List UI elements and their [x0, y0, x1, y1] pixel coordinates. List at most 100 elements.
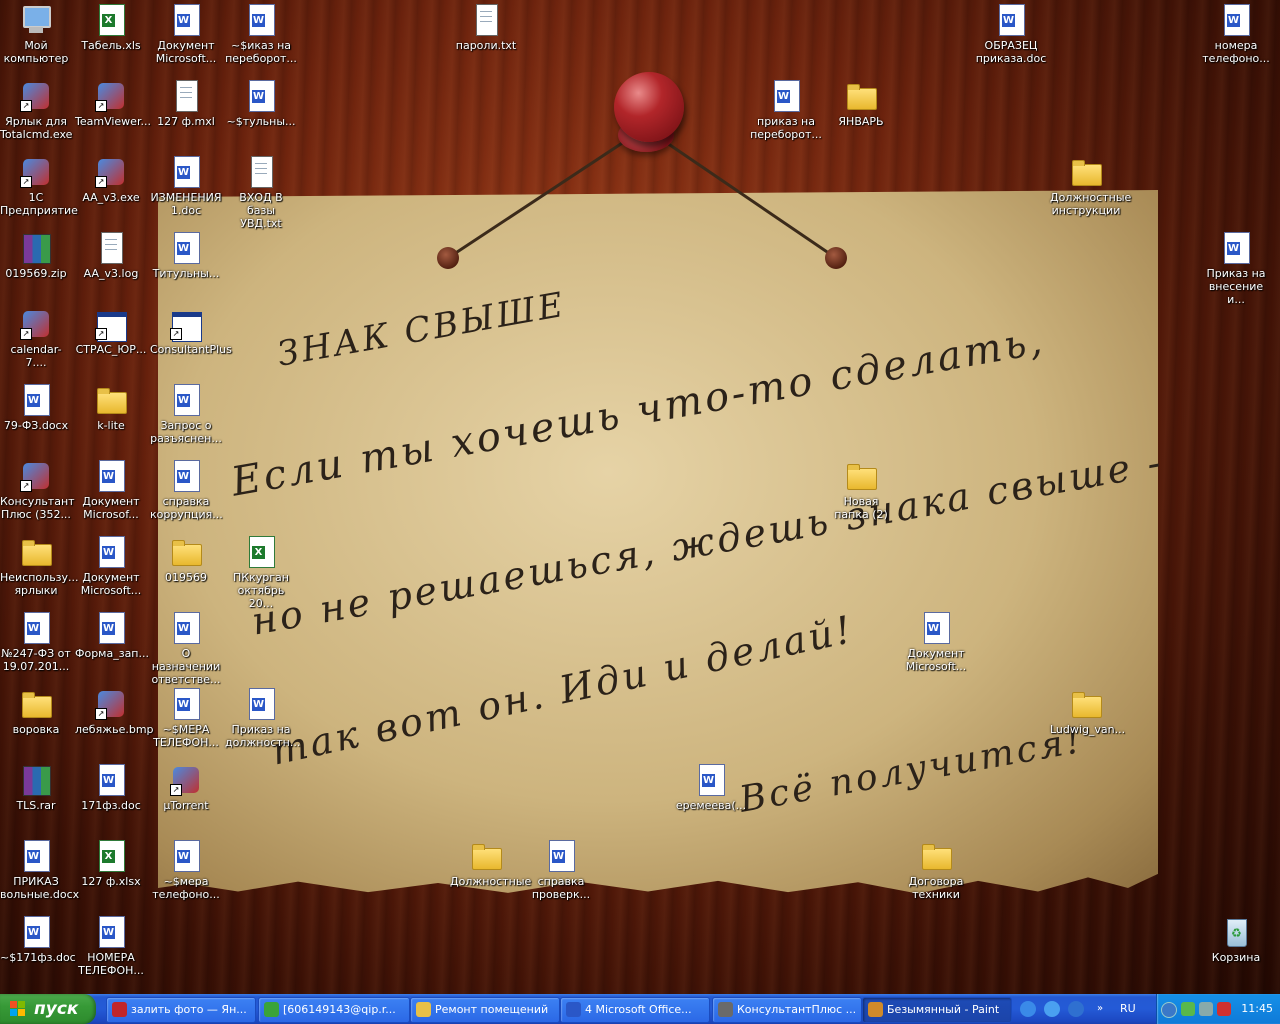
desktop-icon[interactable]: ♻ Корзина: [1200, 916, 1272, 964]
desktop-icon[interactable]: ВХОД В базы УВД.txt: [225, 156, 297, 230]
desktop-icon[interactable]: НОМЕРА ТЕЛЕФОН...: [75, 916, 147, 977]
doc-icon: [170, 232, 202, 264]
desktop-icon[interactable]: 171фз.doc: [75, 764, 147, 812]
taskbar-button[interactable]: залить фото — Ян...: [106, 997, 256, 1023]
tray-network-icon[interactable]: [1199, 1002, 1213, 1016]
desktop-icon[interactable]: номера телефоно...: [1200, 4, 1272, 65]
desktop-icon[interactable]: Документ Microsoft...: [150, 4, 222, 65]
archive-icon: [20, 232, 52, 264]
language-indicator[interactable]: RU: [1120, 994, 1136, 1024]
desktop-icon[interactable]: ~$тульны...: [225, 80, 297, 128]
app-icon: ↗: [95, 688, 127, 720]
desktop-icon[interactable]: TLS.rar: [0, 764, 72, 812]
desktop-icon[interactable]: ↗ Консультант Плюс (352...: [0, 460, 75, 521]
desktop-icon[interactable]: Ludwig_van...: [1050, 688, 1126, 736]
doc-icon: [20, 840, 52, 872]
taskbar-button-label: [606149143@qip.r...: [283, 1003, 396, 1016]
desktop-icon[interactable]: ~$иказ на переборот...: [225, 4, 297, 65]
desktop-icon[interactable]: ↗ µTorrent: [150, 764, 222, 812]
desktop-icon-label: номера телефоно...: [1202, 39, 1270, 65]
taskbar-button[interactable]: КонсультантПлюс ...: [712, 997, 862, 1023]
desktop-icon[interactable]: ↗ calendar-7....: [0, 308, 72, 369]
desktop-icon[interactable]: Должностные инструкции: [1050, 156, 1131, 217]
start-button[interactable]: пуск: [0, 994, 96, 1024]
desktop-icon[interactable]: ~$МЕРА ТЕЛЕФОН...: [150, 688, 222, 749]
desktop-icon[interactable]: AA_v3.log: [75, 232, 147, 280]
desktop-icon[interactable]: 127 ф.mxl: [150, 80, 222, 128]
tray-qip-icon[interactable]: [1181, 1002, 1195, 1016]
desktop-icon[interactable]: пароли.txt: [450, 4, 522, 52]
desktop-icon[interactable]: приказ на переборот...: [750, 80, 822, 141]
doc-icon: [920, 612, 952, 644]
taskbar-button[interactable]: [606149143@qip.r...: [258, 997, 410, 1023]
desktop-icon[interactable]: ↗ TeamViewer...: [75, 80, 151, 128]
desktop-icon[interactable]: Должностные: [450, 840, 531, 888]
doc-icon: [95, 916, 127, 948]
desktop-icon[interactable]: ОБРАЗЕЦ приказа.doc: [975, 4, 1047, 65]
taskbar-button[interactable]: Ремонт помещений: [410, 997, 560, 1023]
desktop-icon[interactable]: Запрос о разъяснен...: [150, 384, 222, 445]
desktop-icon[interactable]: Новая папка (2): [825, 460, 897, 521]
desktop-icon[interactable]: ↗ лебяжье.bmp: [75, 688, 154, 736]
desktop-icon-label: Табель.xls: [81, 39, 141, 52]
folder-icon: [920, 840, 952, 872]
desktop-icon[interactable]: Документ Microsoft...: [75, 536, 147, 597]
desktop-icon[interactable]: Титульны...: [150, 232, 222, 280]
desktop-icon[interactable]: воровка: [0, 688, 72, 736]
desktop-icon[interactable]: 79-ФЗ.docx: [0, 384, 72, 432]
desktop-icon[interactable]: справка коррупция...: [150, 460, 223, 521]
tray-expand-icon[interactable]: [1161, 1002, 1177, 1018]
desktop-icon[interactable]: ↗ СТРАС_ЮР...: [75, 308, 147, 356]
desktop-icon[interactable]: 019569: [150, 536, 222, 584]
desktop-icon[interactable]: ↗ AA_v3.exe: [75, 156, 147, 204]
desktop[interactable]: ЗНАК СВЫШЕ Если ты хочешь что-то сделать…: [0, 0, 1280, 994]
desktop-icon[interactable]: ~$мера телефоно...: [150, 840, 222, 901]
tray-antivirus-icon[interactable]: [1217, 1002, 1231, 1016]
desktop-icon[interactable]: ИЗМЕНЕНИЯ 1.doc: [150, 156, 222, 217]
desktop-icon-label: AA_v3.log: [83, 267, 139, 280]
desktop-icon[interactable]: еремеева(...: [675, 764, 747, 812]
desktop-icon[interactable]: Документ Microsof...: [75, 460, 147, 521]
desktop-icon[interactable]: Документ Microsoft...: [900, 612, 972, 673]
clock[interactable]: 11:45: [1241, 994, 1273, 1024]
folder-icon: [95, 384, 127, 416]
desktop-icon[interactable]: Приказ на внесение и...: [1200, 232, 1272, 306]
desktop-icon[interactable]: ПКкурган октябрь 20...: [225, 536, 297, 610]
windows-logo-icon: [10, 1001, 27, 1017]
quicklaunch-expand-icon[interactable]: »: [1094, 1001, 1106, 1017]
desktop-icon[interactable]: О назначении ответстве...: [150, 612, 222, 686]
quicklaunch-browser-icon[interactable]: [1068, 1001, 1084, 1017]
taskbar-button[interactable]: 4 Microsoft Office...: [560, 997, 710, 1023]
doc-icon: [95, 764, 127, 796]
desktop-icon[interactable]: Мой компьютер: [0, 4, 72, 65]
quicklaunch-ie-icon[interactable]: [1020, 1001, 1036, 1017]
desktop-icon[interactable]: Форма_зап...: [75, 612, 149, 660]
desktop-icon-label: 127 ф.xlsx: [81, 875, 141, 888]
desktop-icon[interactable]: ↗ 1С Предприятие: [0, 156, 78, 217]
desktop-icon[interactable]: Неиспользу... ярлыки: [0, 536, 79, 597]
desktop-icon-label: Приказ на внесение и...: [1206, 267, 1266, 306]
desktop-icon[interactable]: ↗ ConsultantPlus: [150, 308, 232, 356]
desktop-icon-label: ВХОД В базы УВД.txt: [239, 191, 283, 230]
doc-icon: [20, 612, 52, 644]
desktop-icon[interactable]: Договора техники: [900, 840, 972, 901]
desktop-icon[interactable]: Приказ на должностн...: [225, 688, 300, 749]
taskbar-app-icon: [112, 1002, 127, 1017]
desktop-icon[interactable]: 019569.zip: [0, 232, 72, 280]
desktop-icon-label: ПРИКАЗ вольные.docx: [0, 875, 80, 901]
desktop-icon[interactable]: ПРИКАЗ вольные.docx: [0, 840, 80, 901]
taskbar-button-label: залить фото — Ян...: [131, 1003, 247, 1016]
taskbar-button[interactable]: Безымянный - Paint: [862, 997, 1012, 1023]
desktop-icon[interactable]: ~$171фз.doc: [0, 916, 76, 964]
desktop-icon[interactable]: Табель.xls: [75, 4, 147, 52]
desktop-icon[interactable]: справка проверк...: [525, 840, 597, 901]
desktop-icon[interactable]: 127 ф.xlsx: [75, 840, 147, 888]
desktop-icon[interactable]: k-lite: [75, 384, 147, 432]
desktop-icon[interactable]: ↗ Ярлык для Totalcmd.exe: [0, 80, 72, 141]
window-icon: ↗: [95, 308, 127, 342]
quicklaunch-media-icon[interactable]: [1044, 1001, 1060, 1017]
taskbar-button-label: Ремонт помещений: [435, 1003, 549, 1016]
desktop-icon-label: Ludwig_van...: [1050, 723, 1126, 736]
desktop-icon[interactable]: №247-ФЗ от 19.07.201...: [0, 612, 72, 673]
desktop-icon[interactable]: ЯНВАРЬ: [825, 80, 897, 128]
